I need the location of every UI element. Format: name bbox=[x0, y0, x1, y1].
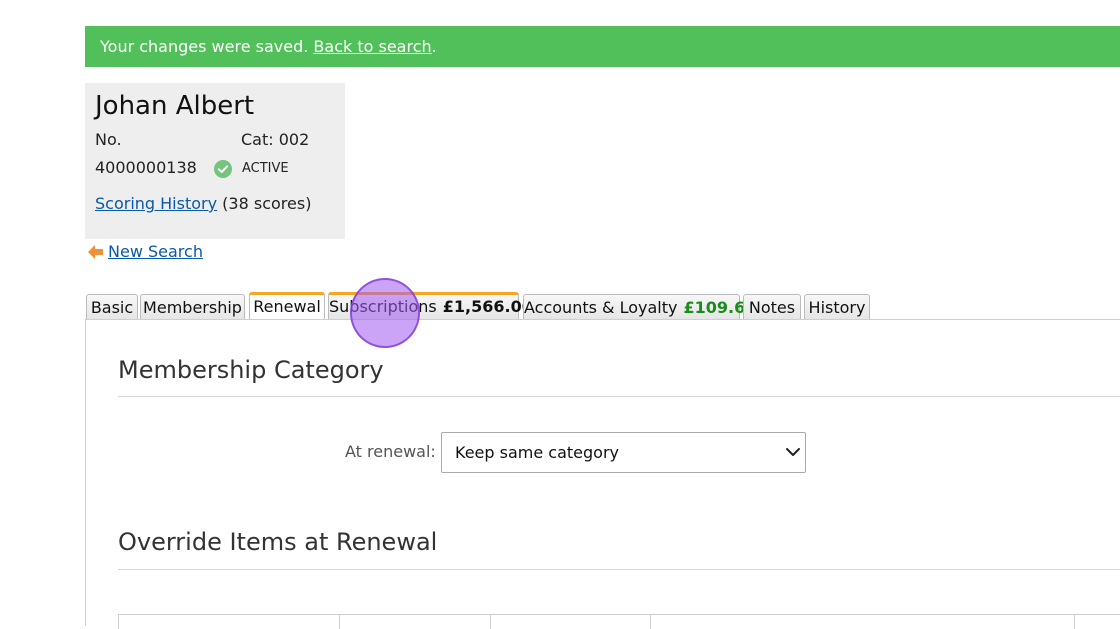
override-items-title: Override Items at Renewal bbox=[118, 528, 438, 556]
success-banner: Your changes were saved. Back to search. bbox=[85, 26, 1120, 67]
table-column-divider bbox=[1074, 615, 1075, 629]
tab-basic[interactable]: Basic bbox=[86, 294, 138, 319]
table-column-divider bbox=[339, 615, 340, 629]
back-arrow-icon bbox=[88, 245, 103, 259]
member-number: 4000000138 bbox=[95, 158, 197, 177]
scoring-history-link[interactable]: Scoring History bbox=[95, 194, 217, 213]
membership-category-title: Membership Category bbox=[118, 356, 384, 384]
member-name: Johan Albert bbox=[95, 91, 255, 121]
table-column-divider bbox=[650, 615, 651, 629]
tab-history[interactable]: History bbox=[804, 294, 870, 319]
tab-renewal-label: Renewal bbox=[253, 297, 321, 316]
member-no-label: No. bbox=[95, 130, 122, 149]
back-to-search-link[interactable]: Back to search bbox=[313, 37, 431, 56]
tab-membership-label: Membership bbox=[143, 298, 242, 317]
tab-notes[interactable]: Notes bbox=[743, 294, 801, 319]
tab-notes-label: Notes bbox=[748, 298, 796, 317]
check-circle-icon bbox=[214, 160, 232, 178]
click-indicator bbox=[350, 278, 420, 348]
scores-count: (38 scores) bbox=[222, 194, 312, 213]
tab-history-label: History bbox=[808, 298, 866, 317]
tab-accounts-loyalty[interactable]: Accounts & Loyalty £109.69 bbox=[523, 294, 756, 319]
scoring-history-row: Scoring History (38 scores) bbox=[95, 194, 311, 213]
chevron-down-icon bbox=[786, 448, 800, 456]
new-search-link[interactable]: New Search bbox=[108, 242, 203, 261]
banner-message: Your changes were saved. bbox=[100, 37, 309, 56]
panel-border bbox=[85, 319, 86, 626]
at-renewal-label: At renewal: bbox=[345, 442, 436, 461]
tab-membership[interactable]: Membership bbox=[140, 294, 245, 319]
banner-period: . bbox=[431, 37, 437, 56]
tab-basic-label: Basic bbox=[90, 298, 134, 317]
subscriptions-amount: £1,566.00 bbox=[442, 297, 533, 316]
status-badge: ACTIVE bbox=[242, 161, 289, 176]
member-summary-card: Johan Albert No. Cat: 002 4000000138 ACT… bbox=[85, 83, 345, 239]
override-items-table bbox=[118, 614, 1120, 629]
tabs-divider bbox=[85, 319, 1120, 320]
tab-accounts-label: Accounts & Loyalty bbox=[524, 298, 678, 317]
at-renewal-value: Keep same category bbox=[455, 443, 619, 462]
tab-renewal[interactable]: Renewal bbox=[249, 292, 325, 320]
member-category: Cat: 002 bbox=[241, 130, 310, 149]
table-column-divider bbox=[490, 615, 491, 629]
section-divider bbox=[118, 569, 1120, 570]
section-divider bbox=[118, 396, 1120, 397]
at-renewal-select[interactable]: Keep same category bbox=[441, 432, 806, 473]
